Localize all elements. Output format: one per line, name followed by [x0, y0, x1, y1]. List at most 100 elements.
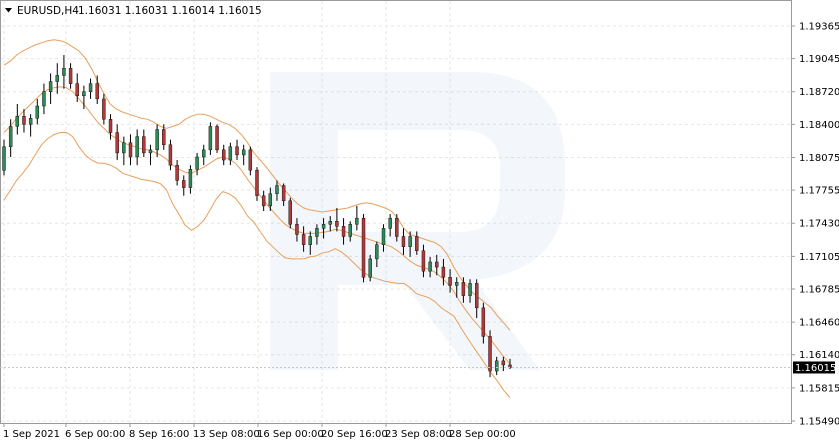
price-tick-label: 1.19045 [799, 54, 839, 65]
price-tick-label: 1.17105 [799, 252, 839, 263]
candle-bearish [115, 132, 119, 154]
candle-bearish [461, 282, 466, 296]
candle-bearish [441, 266, 446, 278]
candle-bearish [108, 119, 113, 133]
candle-bearish [102, 98, 106, 120]
candle-bullish [388, 217, 392, 229]
candle-bullish [268, 193, 273, 207]
candle-bearish [142, 136, 146, 154]
candle-bearish [421, 250, 426, 272]
candle-bullish [381, 228, 386, 245]
candle-bullish [455, 282, 459, 286]
candle-bullish [468, 283, 472, 296]
candle-bearish [475, 283, 479, 309]
price-tick-label: 1.16460 [799, 318, 839, 329]
candle-bullish [122, 142, 126, 154]
candle-bearish [481, 307, 486, 337]
candle-bullish [375, 244, 379, 260]
candle-bullish [42, 91, 46, 107]
candle-bullish [62, 68, 66, 76]
candle-bearish [248, 149, 253, 171]
candle-bullish [408, 236, 412, 247]
candle-bearish [415, 236, 419, 251]
candle-bullish [321, 224, 326, 229]
time-tick-label: 6 Sep 00:00 [65, 429, 125, 440]
time-tick-label: 20 Sep 16:00 [321, 429, 388, 440]
time-axis[interactable]: 1 Sep 2021 6 Sep 00:00 8 Sep 16:00 13 Sep 0… [3, 423, 516, 440]
candle-bearish [281, 185, 286, 202]
time-tick-label: 28 Sep 00:00 [449, 429, 516, 440]
price-tick-label: 1.16785 [799, 284, 839, 295]
candle-bearish [401, 236, 406, 247]
price-tick-label: 1.16140 [799, 350, 839, 361]
candle-bullish [148, 149, 153, 154]
candle-bullish [188, 169, 193, 188]
candle-bullish [428, 261, 432, 272]
candle-bearish [128, 142, 133, 158]
candle-bearish [261, 195, 266, 207]
candle-bearish [75, 83, 79, 97]
candle-bearish [215, 126, 219, 151]
time-tick-label: 23 Sep 08:00 [385, 429, 452, 440]
candle-bullish [48, 81, 53, 92]
price-tag-label: 1.16015 [795, 363, 836, 374]
candle-bullish [135, 136, 139, 158]
candle-bullish [494, 360, 499, 372]
time-tick-label: 13 Sep 08:00 [193, 429, 260, 440]
candle-bullish [328, 221, 332, 225]
candle-bullish [82, 91, 86, 97]
price-tick-label: 1.18720 [799, 87, 839, 98]
candle-bearish [361, 217, 366, 278]
candle-bearish [68, 68, 73, 84]
price-tick-label: 1.19365 [799, 22, 839, 33]
candle-bullish [241, 149, 246, 156]
candle-bullish [348, 224, 352, 237]
candle-bearish [288, 200, 292, 225]
price-tick-label: 1.15490 [799, 417, 839, 428]
ohlc-values: 1.16031 1.16031 1.16014 1.16015 [78, 5, 262, 17]
candle-bearish [235, 146, 239, 156]
candle-bullish [155, 129, 159, 151]
candle-bullish [368, 258, 372, 278]
chart-header: EURUSD,H4 1.16031 1.16031 1.16014 1.1601… [5, 5, 262, 17]
candle-bearish [222, 149, 226, 161]
candle-bullish [308, 236, 312, 245]
candle-bearish [488, 336, 492, 372]
price-tick-label: 1.17430 [799, 219, 839, 230]
candle-bearish [182, 180, 186, 188]
plot-frame [0, 0, 792, 424]
candle-bearish [22, 116, 26, 125]
candle-bullish [228, 146, 233, 161]
candle-bearish [175, 164, 179, 181]
candle-bullish [15, 116, 20, 127]
price-tick-label: 1.15815 [799, 383, 839, 394]
candle-bearish [341, 226, 346, 237]
candle-bullish [202, 149, 206, 158]
symbol-timeframe: EURUSD,H4 [17, 5, 79, 17]
candle-bullish [195, 156, 199, 170]
candle-bullish [208, 126, 213, 151]
candle-bullish [275, 185, 279, 194]
candle-bearish [95, 83, 99, 100]
candle-bearish [162, 129, 166, 145]
price-tick-label: 1.18400 [799, 120, 839, 131]
time-tick-label: 1 Sep 2021 [3, 429, 60, 440]
candle-bearish [501, 360, 506, 366]
candle-bearish [301, 234, 306, 245]
candle-bullish [55, 75, 59, 82]
candle-bullish [28, 118, 33, 125]
candle-bullish [315, 228, 319, 237]
candle-bearish [335, 221, 339, 227]
candle-bullish [88, 83, 93, 92]
price-tick-label: 1.18075 [799, 153, 839, 164]
candle-bullish [355, 217, 359, 225]
candle-bearish [435, 261, 439, 268]
price-chart[interactable]: 1.19365 1.19045 1.18720 1.18400 1.18075 1.177… [0, 0, 839, 445]
price-tick-label: 1.17755 [799, 186, 839, 197]
time-tick-label: 16 Sep 00:00 [257, 429, 324, 440]
candle-bearish [168, 144, 173, 166]
candle-bullish [2, 146, 6, 171]
candle-bearish [295, 224, 299, 235]
candle-bearish [255, 170, 259, 196]
time-tick-label: 8 Sep 16:00 [129, 429, 189, 440]
